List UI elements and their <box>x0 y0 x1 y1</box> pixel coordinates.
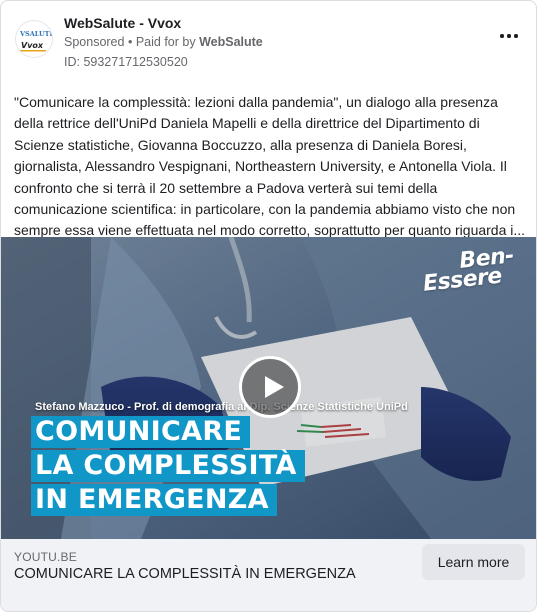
link-preview[interactable]: YOUTU.BE COMUNICARE LA COMPLESSITÀ IN EM… <box>1 539 536 611</box>
page-name[interactable]: WebSalute - Vvox <box>64 15 181 31</box>
svg-text:Vvox: Vvox <box>21 41 44 50</box>
headline-line-3: IN EMERGENZA <box>31 484 277 516</box>
post-text: "Comunicare la complessità: lezioni dall… <box>14 94 526 239</box>
video-headline: COMUNICARE LA COMPLESSITÀ IN EMERGENZA <box>31 416 305 518</box>
separator-dot: • <box>127 35 133 49</box>
brand-line-2: Essere <box>422 263 504 297</box>
headline-line-2: LA COMPLESSITÀ <box>31 450 305 482</box>
sponsored-line: Sponsored • Paid for by WebSalute <box>64 35 263 49</box>
link-title[interactable]: COMUNICARE LA COMPLESSITÀ IN EMERGENZA <box>14 566 356 582</box>
svg-text:VSALUTE: VSALUTE <box>19 30 52 38</box>
learn-more-button[interactable]: Learn more <box>422 544 525 580</box>
headline-line-1: COMUNICARE <box>31 416 251 448</box>
paid-for-prefix: Paid for by <box>135 35 196 49</box>
link-domain: YOUTU.BE <box>14 550 77 564</box>
page-logo: VSALUTE Vvox <box>19 30 52 52</box>
benessere-logo: Ben- Essere <box>420 243 516 297</box>
play-icon <box>265 376 284 398</box>
video-thumbnail[interactable]: Ben- Essere Stefano Mazzuco - Prof. di d… <box>1 237 536 539</box>
ad-header: VSALUTE Vvox WebSalute - Vvox Sponsored … <box>1 1 536 83</box>
page-avatar[interactable]: VSALUTE Vvox <box>15 20 53 58</box>
play-button[interactable] <box>239 356 301 418</box>
paid-for-by-name: WebSalute <box>199 35 263 49</box>
ad-id: ID: 593271712530520 <box>64 55 188 69</box>
more-options-button[interactable] <box>498 29 520 43</box>
speaker-caption: Stefano Mazzuco - Prof. di demografia al… <box>35 401 408 413</box>
ad-card: VSALUTE Vvox WebSalute - Vvox Sponsored … <box>0 0 537 612</box>
sponsored-label: Sponsored <box>64 35 125 49</box>
